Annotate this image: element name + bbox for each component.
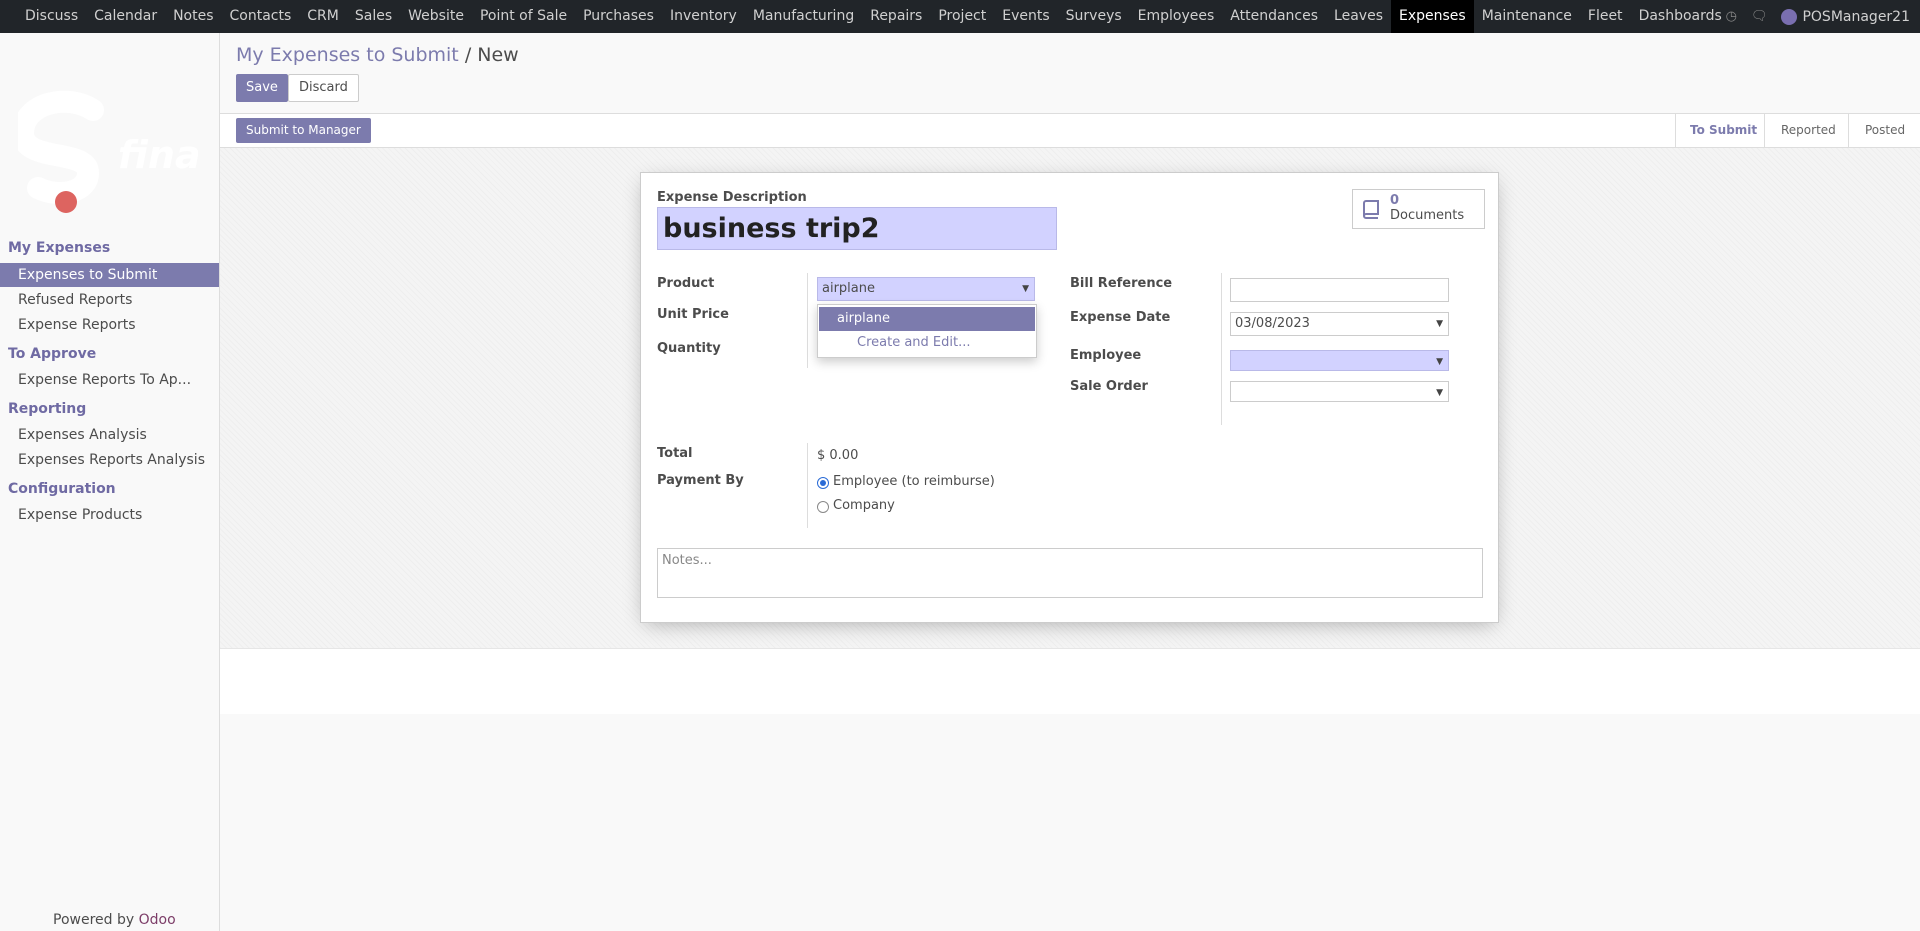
bill-reference-label: Bill Reference [1070,276,1173,291]
menu-purchases[interactable]: Purchases [575,0,662,33]
sidebar-item-expenses-reports-analysis[interactable]: Expenses Reports Analysis [0,448,219,472]
powered-by-text: Powered by [53,912,135,928]
documents-label: Documents [1390,208,1465,223]
menu-project[interactable]: Project [930,0,994,33]
payment-by-label: Payment By [657,473,744,488]
notes-textarea[interactable]: Notes... [657,548,1483,598]
breadcrumb-separator: / [464,44,472,66]
stage-posted[interactable]: Posted [1865,114,1905,147]
stage-to-submit[interactable]: To Submit [1690,114,1757,147]
menu-surveys[interactable]: Surveys [1058,0,1130,33]
powered-by: Powered by Odoo [53,912,176,928]
sidebar-item-expense-reports-to-approve[interactable]: Expense Reports To Ap... [0,368,219,392]
sidebar-section-to-approve[interactable]: To Approve [8,346,96,362]
sidebar-item-expense-reports[interactable]: Expense Reports [0,313,219,337]
breadcrumb-current: New [477,44,519,66]
menu-manufacturing[interactable]: Manufacturing [745,0,862,33]
unit-price-label: Unit Price [657,307,729,322]
menu-contacts[interactable]: Contacts [222,0,300,33]
product-label: Product [657,276,715,291]
payment-company-label[interactable]: Company [833,498,895,513]
sidebar-section-my-expenses[interactable]: My Expenses [8,240,110,256]
menu-website[interactable]: Website [400,0,472,33]
stage-reported[interactable]: Reported [1781,114,1836,147]
employee-field[interactable]: ▼ [1230,350,1449,371]
control-panel: My Expenses to Submit / New Save Discard [220,33,1920,113]
menu-fleet[interactable]: Fleet [1580,0,1631,33]
menu-sales[interactable]: Sales [347,0,400,33]
sidebar-section-configuration[interactable]: Configuration [8,481,116,497]
chevron-down-icon[interactable]: ▼ [1436,351,1443,373]
discard-button[interactable]: Discard [288,74,359,102]
sidebar-item-expenses-to-submit[interactable]: Expenses to Submit [0,263,219,287]
menu-events[interactable]: Events [994,0,1057,33]
svg-text:fina: fina [118,133,198,177]
menu-attendances[interactable]: Attendances [1222,0,1326,33]
sidebar-item-expense-products[interactable]: Expense Products [0,503,219,527]
systray: ◷ 🗨 POSManager21 [1726,0,1910,33]
sale-order-label: Sale Order [1070,379,1148,394]
menu-crm[interactable]: CRM [299,0,347,33]
sidebar-item-expenses-analysis[interactable]: Expenses Analysis [0,423,219,447]
employee-label: Employee [1070,348,1142,363]
documents-count: 0 [1390,193,1400,208]
payment-employee-label[interactable]: Employee (to reimburse) [833,474,995,489]
menu-employees[interactable]: Employees [1130,0,1223,33]
bill-reference-input[interactable] [1230,278,1449,302]
submit-to-manager-button[interactable]: Submit to Manager [236,118,371,143]
total-label: Total [657,446,693,461]
app-menu: Discuss Calendar Notes Contacts CRM Sale… [17,0,1730,33]
activity-clock-icon[interactable]: ◷ [1726,9,1737,24]
dropdown-option-airplane[interactable]: airplane [819,307,1035,331]
form-footer-area [220,648,1920,714]
book-icon [1363,200,1379,219]
product-value: airplane [822,281,875,296]
sale-order-field[interactable]: ▼ [1230,381,1449,402]
breadcrumb: My Expenses to Submit / New [236,44,519,66]
sidebar-section-reporting[interactable]: Reporting [8,401,86,417]
expense-date-value: 03/08/2023 [1235,316,1310,331]
menu-discuss[interactable]: Discuss [17,0,86,33]
menu-calendar[interactable]: Calendar [86,0,165,33]
product-autocomplete-dropdown: airplane Create and Edit... [817,304,1037,358]
sidebar: fina My Expenses Expenses to Submit Refu… [0,33,220,931]
menu-point-of-sale[interactable]: Point of Sale [472,0,575,33]
menu-expenses[interactable]: Expenses [1391,0,1474,33]
quantity-label: Quantity [657,341,721,356]
breadcrumb-parent[interactable]: My Expenses to Submit [236,44,459,66]
payment-company-radio[interactable] [817,501,829,513]
expense-description-input[interactable]: business trip2 [657,207,1057,250]
expense-description-label: Expense Description [657,190,807,205]
payment-employee-radio[interactable] [817,477,829,489]
menu-notes[interactable]: Notes [165,0,221,33]
menu-dashboards[interactable]: Dashboards [1631,0,1730,33]
chevron-down-icon[interactable]: ▼ [1436,382,1443,404]
top-navbar: Discuss Calendar Notes Contacts CRM Sale… [0,0,1920,33]
menu-leaves[interactable]: Leaves [1326,0,1391,33]
expense-date-input[interactable]: 03/08/2023 ▼ [1230,312,1449,336]
odoo-link[interactable]: Odoo [139,912,176,928]
documents-button[interactable]: 0 Documents [1352,189,1485,229]
chat-icon[interactable]: 🗨 [1751,9,1768,24]
chevron-down-icon[interactable]: ▼ [1436,313,1443,335]
menu-repairs[interactable]: Repairs [862,0,930,33]
expense-form-sheet: 0 Documents Expense Description business… [640,172,1499,623]
sidebar-item-refused-reports[interactable]: Refused Reports [0,288,219,312]
chevron-down-icon[interactable]: ▼ [1022,278,1029,300]
menu-inventory[interactable]: Inventory [662,0,745,33]
menu-maintenance[interactable]: Maintenance [1474,0,1580,33]
create-and-edit-option[interactable]: Create and Edit... [818,331,1036,355]
avatar [1781,8,1798,25]
user-menu[interactable]: POSManager21 [1781,8,1910,25]
product-field[interactable]: airplane ▼ [817,277,1035,301]
statusbar: Submit to Manager To Submit Reported Pos… [220,113,1920,148]
total-value: $ 0.00 [817,448,859,463]
company-logo-icon: fina [18,90,198,213]
expense-date-label: Expense Date [1070,310,1171,325]
save-button[interactable]: Save [236,74,288,102]
user-name: POSManager21 [1802,8,1910,25]
